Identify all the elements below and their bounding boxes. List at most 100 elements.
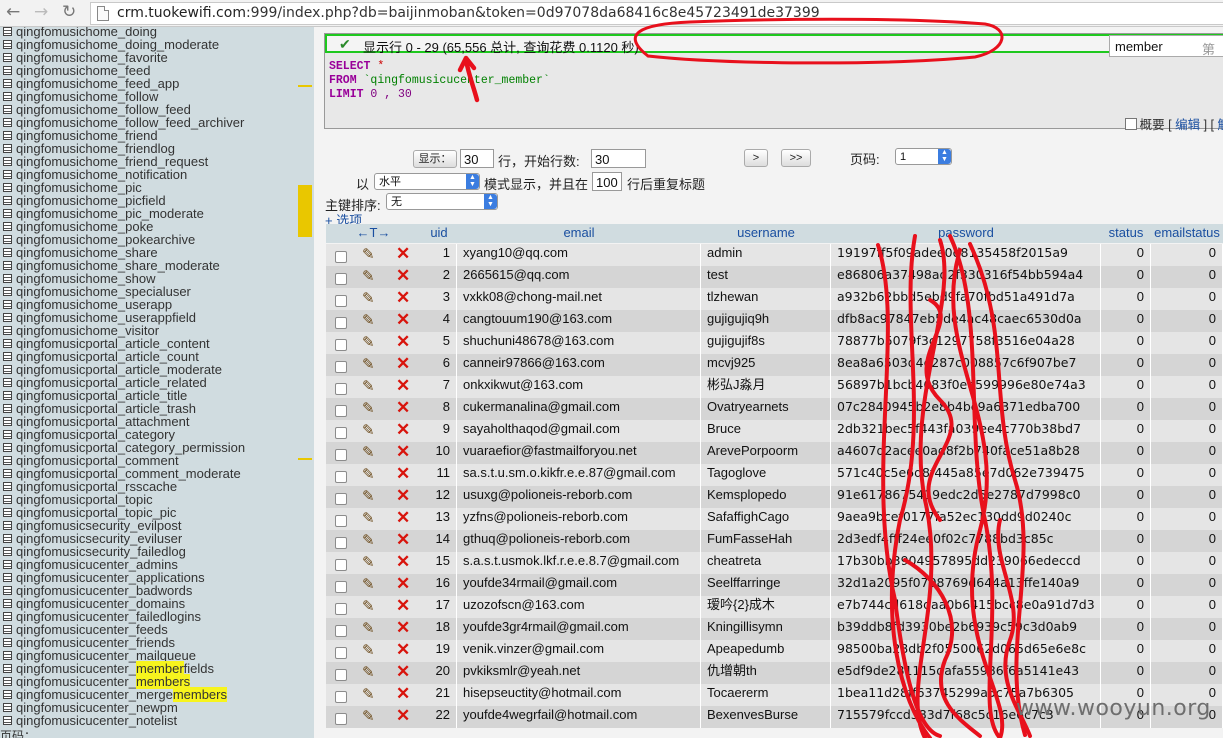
column-header-uid[interactable]: uid [421,224,458,243]
table-icon[interactable] [3,183,12,192]
rows-input[interactable]: 30 [460,149,494,168]
table-icon[interactable] [3,508,12,517]
delete-icon[interactable]: ✕ [396,530,410,550]
table-icon[interactable] [3,248,12,257]
row-checkbox[interactable] [335,427,347,439]
table-icon[interactable] [3,560,12,569]
explain-link[interactable]: 解 [1217,118,1223,132]
table-icon[interactable] [3,586,12,595]
table-icon[interactable] [3,378,12,387]
column-header-username[interactable]: username [701,224,832,243]
table-icon[interactable] [3,573,12,582]
edit-pencil-icon[interactable]: ✎ [362,421,375,439]
table-icon[interactable] [3,365,12,374]
column-header-status[interactable]: status [1101,224,1152,243]
row-checkbox[interactable] [335,603,347,615]
profile-checkbox[interactable] [1124,118,1137,130]
table-icon[interactable] [3,144,12,153]
row-checkbox[interactable] [335,493,347,505]
edit-pencil-icon[interactable]: ✎ [362,509,375,527]
table-icon[interactable] [3,326,12,335]
table-icon[interactable] [3,430,12,439]
table-icon[interactable] [3,92,12,101]
edit-pencil-icon[interactable]: ✎ [362,245,375,263]
edit-pencil-icon[interactable]: ✎ [362,399,375,417]
edit-pencil-icon[interactable]: ✎ [362,575,375,593]
table-icon[interactable] [3,235,12,244]
table-icon[interactable] [3,196,12,205]
column-header-password[interactable]: password [831,224,1102,243]
column-arrows-header[interactable]: ←T→ [326,224,422,243]
table-icon[interactable] [3,664,12,673]
repeat-header-input[interactable]: 100 [592,172,622,191]
delete-icon[interactable]: ✕ [396,376,410,396]
table-icon[interactable] [3,547,12,556]
row-checkbox[interactable] [335,647,347,659]
table-icon[interactable] [3,443,12,452]
delete-icon[interactable]: ✕ [396,420,410,440]
delete-icon[interactable]: ✕ [396,332,410,352]
row-checkbox[interactable] [335,361,347,373]
table-icon[interactable] [3,456,12,465]
row-checkbox[interactable] [335,669,347,681]
table-icon[interactable] [3,274,12,283]
table-icon[interactable] [3,27,12,36]
column-header-emailstatus[interactable]: emailstatus [1151,224,1223,243]
table-icon[interactable] [3,339,12,348]
delete-icon[interactable]: ✕ [396,618,410,638]
table-icon[interactable] [3,625,12,634]
delete-icon[interactable]: ✕ [396,596,410,616]
edit-pencil-icon[interactable]: ✎ [362,487,375,505]
row-checkbox[interactable] [335,559,347,571]
row-checkbox[interactable] [335,251,347,263]
delete-icon[interactable]: ✕ [396,244,410,264]
edit-pencil-icon[interactable]: ✎ [362,465,375,483]
row-checkbox[interactable] [335,339,347,351]
row-checkbox[interactable] [335,273,347,285]
search-input[interactable]: member 第 [1109,35,1223,57]
row-checkbox[interactable] [335,537,347,549]
edit-pencil-icon[interactable]: ✎ [362,641,375,659]
delete-icon[interactable]: ✕ [396,508,410,528]
table-icon[interactable] [3,209,12,218]
forward-icon[interactable]: → [34,2,48,22]
edit-pencil-icon[interactable]: ✎ [362,553,375,571]
row-checkbox[interactable] [335,691,347,703]
row-checkbox[interactable] [335,449,347,461]
edit-pencil-icon[interactable]: ✎ [362,289,375,307]
edit-pencil-icon[interactable]: ✎ [362,531,375,549]
next-page-button[interactable]: > [744,149,768,167]
delete-icon[interactable]: ✕ [396,288,410,308]
table-icon[interactable] [3,599,12,608]
row-checkbox[interactable] [335,295,347,307]
row-checkbox[interactable] [335,317,347,329]
table-icon[interactable] [3,638,12,647]
table-icon[interactable] [3,612,12,621]
edit-link[interactable]: 编辑 [1175,118,1200,132]
back-icon[interactable]: ← [6,2,20,22]
pk-sort-select[interactable]: 无 ▲ ▼ [386,193,498,210]
delete-icon[interactable]: ✕ [396,398,410,418]
table-icon[interactable] [3,417,12,426]
delete-icon[interactable]: ✕ [396,354,410,374]
table-icon[interactable] [3,651,12,660]
delete-icon[interactable]: ✕ [396,684,410,704]
edit-pencil-icon[interactable]: ✎ [362,355,375,373]
delete-icon[interactable]: ✕ [396,266,410,286]
table-icon[interactable] [3,53,12,62]
delete-icon[interactable]: ✕ [396,662,410,682]
row-checkbox[interactable] [335,581,347,593]
table-icon[interactable] [3,66,12,75]
delete-icon[interactable]: ✕ [396,442,410,462]
table-icon[interactable] [3,391,12,400]
table-icon[interactable] [3,131,12,140]
table-icon[interactable] [3,716,12,725]
table-icon[interactable] [3,157,12,166]
delete-icon[interactable]: ✕ [396,464,410,484]
row-checkbox[interactable] [335,625,347,637]
delete-icon[interactable]: ✕ [396,706,410,726]
table-icon[interactable] [3,534,12,543]
table-icon[interactable] [3,404,12,413]
table-icon[interactable] [3,352,12,361]
delete-icon[interactable]: ✕ [396,574,410,594]
